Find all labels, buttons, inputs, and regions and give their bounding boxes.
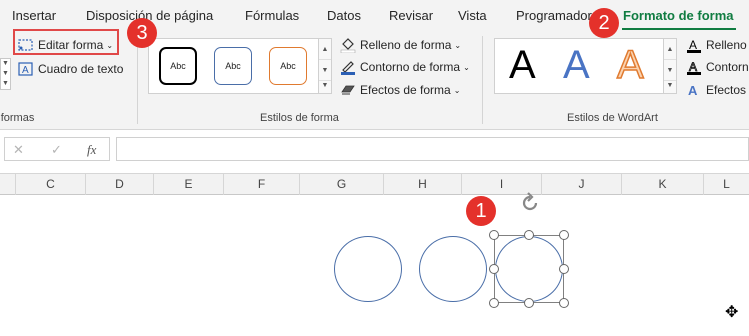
callout-3: 3 <box>127 18 157 48</box>
rotate-handle-icon[interactable] <box>519 192 541 214</box>
shape-effects-button[interactable]: Efectos de forma ⌄ <box>340 82 460 98</box>
resize-handle-bottom[interactable] <box>524 298 534 308</box>
pencil-icon <box>340 59 356 75</box>
svg-text:A: A <box>22 65 29 76</box>
callout-2: 2 <box>589 8 619 38</box>
tab-revisar[interactable]: Revisar <box>389 8 433 23</box>
tab-formulas[interactable]: Fórmulas <box>245 8 299 23</box>
circle-shape-2[interactable] <box>419 236 487 302</box>
resize-handle-bottom-right[interactable] <box>559 298 569 308</box>
text-box-button[interactable]: A Cuadro de texto <box>18 61 123 77</box>
formula-input[interactable] <box>116 137 749 161</box>
shape-effects-icon <box>340 82 356 98</box>
chevron-down-icon: ⌄ <box>453 85 461 95</box>
column-header-d[interactable]: D <box>86 174 154 195</box>
column-header-e[interactable]: E <box>154 174 224 195</box>
group-divider <box>137 36 138 124</box>
group-divider <box>482 36 483 124</box>
more-styles-icon[interactable]: ▼ <box>319 81 331 91</box>
chevron-down-icon: ⌄ <box>454 40 462 50</box>
text-outline-button[interactable]: A Contorno <box>686 59 749 75</box>
wordart-group-label: Estilos de WordArt <box>567 112 658 124</box>
column-header-g[interactable]: G <box>300 174 384 195</box>
text-box-icon: A <box>18 61 34 77</box>
tab-insertar[interactable]: Insertar <box>12 8 56 23</box>
tab-programador[interactable]: Programador <box>516 8 592 23</box>
more-styles-icon[interactable]: ▼ <box>664 81 676 91</box>
svg-text:A: A <box>689 60 697 74</box>
shape-fill-button[interactable]: Relleno de forma ⌄ <box>340 37 461 53</box>
circle-shape-1[interactable] <box>334 236 402 302</box>
column-header-j[interactable]: J <box>542 174 622 195</box>
column-header-k[interactable]: K <box>622 174 704 195</box>
column-headers: C D E F G H I J K L <box>0 173 749 195</box>
resize-handle-top-left[interactable] <box>489 230 499 240</box>
corner-cell[interactable] <box>0 174 16 195</box>
insert-function-icon[interactable]: fx <box>87 142 96 158</box>
chevron-down-icon: ⌄ <box>463 62 470 72</box>
resize-handle-right[interactable] <box>559 264 569 274</box>
resize-handle-top[interactable] <box>524 230 534 240</box>
enter-icon[interactable]: ✓ <box>51 142 62 158</box>
shape-outline-button[interactable]: Contorno de forma ⌄ <box>340 59 470 75</box>
paint-bucket-icon <box>340 37 356 53</box>
ribbon-tabs: Insertar Disposición de página Fórmulas … <box>0 0 749 31</box>
tab-datos[interactable]: Datos <box>327 8 361 23</box>
insert-shapes-group-label: r formas <box>0 112 35 124</box>
shape-style-black[interactable]: Abc <box>159 47 197 85</box>
text-outline-icon: A <box>686 59 702 75</box>
scroll-down-icon[interactable]: ▼ <box>664 60 676 81</box>
tab-formato-de-forma[interactable]: Formato de forma <box>623 8 734 23</box>
shape-effects-label: Efectos de forma <box>360 83 451 97</box>
scroll-down-icon[interactable]: ▼ <box>319 60 331 81</box>
formula-bar: ✕ ✓ fx <box>0 131 749 173</box>
edit-shape-highlight <box>13 29 119 55</box>
shape-styles-scroll[interactable]: ▲ ▼ ▼ <box>318 39 331 93</box>
column-header-l[interactable]: L <box>704 174 749 195</box>
shape-style-blue[interactable]: Abc <box>214 47 252 85</box>
scroll-extra-icon[interactable]: ▼ <box>1 79 10 89</box>
scroll-more-icon[interactable]: ▼ <box>1 69 10 79</box>
shape-fill-label: Relleno de forma <box>360 38 452 52</box>
text-effects-button[interactable]: A Efectos d <box>686 82 749 98</box>
svg-text:A: A <box>689 38 697 52</box>
scroll-up-icon[interactable]: ▲ <box>664 39 676 60</box>
shape-styles-group-label: Estilos de forma <box>260 112 339 124</box>
wordart-scroll[interactable]: ▲ ▼ ▼ <box>663 39 676 93</box>
formula-bar-controls: ✕ ✓ fx <box>4 137 110 161</box>
shape-outline-label: Contorno de forma <box>360 60 461 74</box>
wordart-style-black[interactable]: A <box>509 43 536 88</box>
shape-style-orange[interactable]: Abc <box>269 47 307 85</box>
column-header-f[interactable]: F <box>224 174 300 195</box>
scroll-down-icon[interactable]: ▼ <box>1 59 10 69</box>
text-effects-icon: A <box>686 82 702 98</box>
text-effects-label: Efectos d <box>706 83 749 97</box>
svg-text:A: A <box>688 83 698 98</box>
shapes-scroll-arrows[interactable]: ▼ ▼ ▼ <box>0 58 11 90</box>
wordart-style-orange[interactable]: A <box>616 42 644 88</box>
text-box-label: Cuadro de texto <box>38 62 124 76</box>
cancel-icon[interactable]: ✕ <box>13 142 24 158</box>
wordart-gallery: A A A ▲ ▼ ▼ <box>494 38 677 94</box>
resize-handle-bottom-left[interactable] <box>489 298 499 308</box>
callout-1: 1 <box>466 196 496 226</box>
tab-vista[interactable]: Vista <box>458 8 487 23</box>
shape-styles-gallery: Abc Abc Abc ▲ ▼ ▼ <box>148 38 332 94</box>
column-header-c[interactable]: C <box>16 174 86 195</box>
resize-handle-top-right[interactable] <box>559 230 569 240</box>
wordart-style-blue[interactable]: A <box>563 43 590 88</box>
column-header-h[interactable]: H <box>384 174 462 195</box>
selection-frame <box>494 235 564 303</box>
scroll-up-icon[interactable]: ▲ <box>319 39 331 60</box>
move-cursor-icon: ✥ <box>725 304 739 321</box>
text-outline-label: Contorno <box>706 60 749 74</box>
resize-handle-left[interactable] <box>489 264 499 274</box>
text-fill-label: Relleno d <box>706 38 749 52</box>
text-fill-icon: A <box>686 37 702 53</box>
text-fill-button[interactable]: A Relleno d <box>686 37 749 53</box>
